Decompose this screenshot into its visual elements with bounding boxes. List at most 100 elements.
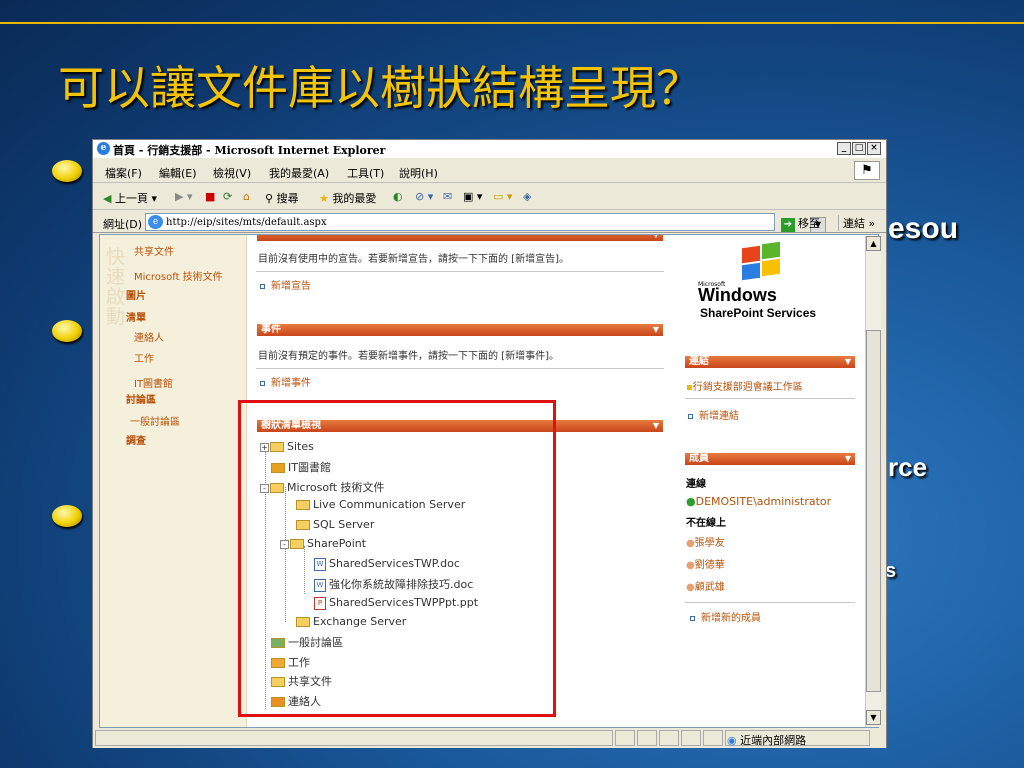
online-status-icon: ● bbox=[686, 495, 696, 508]
ie-icon: e bbox=[97, 142, 110, 155]
toolbar: ◀ 上一頁 ▾ ▶ ▾ ■ ⟳ ⌂ ⚲ 搜尋 ★ 我的最愛 ◐ ⊘ ▾ ✉ ▣ … bbox=[93, 184, 886, 210]
peek-text-2: rce bbox=[888, 452, 928, 482]
scroll-up-icon[interactable]: ▲ bbox=[866, 236, 881, 251]
search-button[interactable]: ⚲ 搜尋 bbox=[265, 190, 299, 206]
nav-lists[interactable]: 清單 bbox=[126, 309, 146, 324]
menu-edit[interactable]: 編輯(E) bbox=[159, 165, 197, 181]
bullet-square-icon bbox=[260, 283, 265, 289]
home-icon[interactable]: ⌂ bbox=[243, 190, 250, 203]
menu-file[interactable]: 檔案(F) bbox=[105, 165, 142, 181]
nav-pictures[interactable]: 圖片 bbox=[126, 287, 146, 302]
members-header: 成員 ▼ bbox=[685, 453, 855, 465]
menu-favorites[interactable]: 我的最愛(A) bbox=[269, 165, 329, 181]
nav-discussions[interactable]: 討論區 bbox=[126, 391, 156, 406]
media-icon[interactable]: ◐ bbox=[393, 190, 403, 203]
minimize-button[interactable]: _ bbox=[837, 142, 851, 155]
highlight-box bbox=[238, 400, 556, 717]
vertical-scrollbar[interactable]: ▲ ▼ bbox=[865, 236, 881, 727]
mail-icon[interactable]: ✉ bbox=[443, 190, 452, 203]
scroll-thumb[interactable] bbox=[866, 330, 881, 692]
nav-shared-docs[interactable]: 共享文件 bbox=[134, 243, 174, 258]
status-segment bbox=[681, 730, 701, 746]
links-button[interactable]: 連結 » bbox=[838, 215, 875, 231]
windows-flag-icon: ⚑ bbox=[854, 161, 880, 180]
add-announcement-link[interactable]: 新增宣告 bbox=[260, 277, 311, 292]
back-button[interactable]: ◀ 上一頁 ▾ bbox=[103, 190, 157, 206]
announcements-header: ▼ bbox=[257, 235, 663, 241]
quick-launch: 快速啟動 共享文件 Microsoft 技術文件 圖片 清單 連絡人 工作 IT… bbox=[100, 235, 247, 727]
address-input[interactable]: e http://eip/sites/mts/default.aspx ▼ bbox=[145, 213, 826, 233]
slide-title: 可以讓文件庫以樹狀結構呈現？ bbox=[58, 61, 702, 115]
history-icon[interactable]: ⊘ ▾ bbox=[415, 190, 433, 203]
search-icon: ⚲ bbox=[265, 192, 274, 205]
bullet-square-icon bbox=[260, 380, 265, 386]
online-member[interactable]: ●DEMOSITE\administrator bbox=[686, 495, 831, 508]
offline-status-icon: ● bbox=[686, 560, 695, 571]
wss-logo: Microsoft Windows SharePoint Services bbox=[694, 241, 844, 323]
menu-tools[interactable]: 工具(T) bbox=[347, 165, 384, 181]
status-bar: ◉ 近端內部網路 bbox=[93, 728, 886, 748]
window-titlebar: e 首頁 - 行銷支援部 - Microsoft Internet Explor… bbox=[93, 140, 886, 158]
announcements-empty: 目前沒有使用中的宣告。若要新增宣告，請按一下下面的 [新增宣告]。 bbox=[258, 254, 569, 265]
events-header: 事件 ▼ bbox=[257, 324, 663, 336]
add-link-link[interactable]: 新增連結 bbox=[688, 407, 739, 422]
scroll-down-icon[interactable]: ▼ bbox=[866, 710, 881, 725]
chevron-down-icon[interactable]: ▼ bbox=[845, 453, 851, 465]
bullet-icon bbox=[52, 160, 82, 182]
print-icon[interactable]: ▣ ▾ bbox=[463, 190, 482, 203]
logo-sharepoint: SharePoint Services bbox=[700, 306, 817, 320]
stop-icon[interactable]: ■ bbox=[205, 190, 215, 203]
zone-label: ◉ 近端內部網路 bbox=[727, 734, 807, 747]
offline-status-icon: ● bbox=[686, 538, 695, 549]
edit-icon[interactable]: ▭ ▾ bbox=[493, 190, 512, 203]
link-weekly-meeting[interactable]: ▪行銷支援部週會議工作區 bbox=[686, 378, 803, 393]
favorites-button[interactable]: ★ 我的最愛 bbox=[319, 190, 376, 206]
events-empty: 目前沒有預定的事件。若要新增事件，請按一下下面的 [新增事件]。 bbox=[258, 351, 559, 362]
add-event-link[interactable]: 新增事件 bbox=[260, 374, 311, 389]
status-segment bbox=[615, 730, 635, 746]
logo-windows: Windows bbox=[698, 285, 777, 305]
nav-it-library[interactable]: IT圖書館 bbox=[134, 375, 173, 390]
chevron-down-icon[interactable]: ▼ bbox=[845, 356, 851, 368]
offline-member-3[interactable]: ●顧武雄 bbox=[686, 578, 725, 593]
bullet-icon bbox=[52, 505, 82, 527]
peek-text-1: esou bbox=[888, 212, 959, 245]
messenger-icon[interactable]: ◈ bbox=[523, 190, 531, 203]
top-divider bbox=[0, 22, 1024, 24]
address-url: http://eip/sites/mts/default.aspx bbox=[166, 217, 327, 228]
divider bbox=[685, 602, 855, 603]
offline-member-1[interactable]: ●張學友 bbox=[686, 534, 725, 549]
nav-general-discussion[interactable]: 一般討論區 bbox=[130, 413, 180, 428]
status-segment bbox=[659, 730, 679, 746]
windows-logo-icon bbox=[742, 241, 782, 281]
go-arrow-icon: ➔ bbox=[781, 218, 795, 232]
forward-button[interactable]: ▶ ▾ bbox=[175, 190, 192, 203]
chevron-down-icon[interactable]: ▼ bbox=[653, 420, 659, 432]
bullet-icon bbox=[52, 320, 82, 342]
back-arrow-icon: ◀ bbox=[103, 192, 112, 205]
divider bbox=[685, 398, 855, 399]
slide-background: 可以讓文件庫以樹狀結構呈現？ esou rce s e 首頁 - 行銷支援部 -… bbox=[0, 0, 1024, 768]
close-button[interactable]: × bbox=[867, 142, 881, 155]
add-member-link[interactable]: 新增新的成員 bbox=[690, 609, 761, 624]
refresh-icon[interactable]: ⟳ bbox=[223, 190, 232, 203]
menu-view[interactable]: 檢視(V) bbox=[213, 165, 251, 181]
go-button[interactable]: ➔ 移至 bbox=[781, 215, 820, 232]
status-segment bbox=[637, 730, 657, 746]
chevron-down-icon[interactable]: ▼ bbox=[653, 235, 659, 241]
maximize-button[interactable]: □ bbox=[852, 142, 866, 155]
nav-surveys[interactable]: 調查 bbox=[126, 432, 146, 447]
offline-member-2[interactable]: ●劉德華 bbox=[686, 556, 725, 571]
divider bbox=[256, 368, 664, 369]
menu-help[interactable]: 說明(H) bbox=[399, 165, 438, 181]
address-bar: 網址(D) e http://eip/sites/mts/default.asp… bbox=[93, 211, 886, 233]
nav-tasks[interactable]: 工作 bbox=[134, 350, 154, 365]
chevron-down-icon[interactable]: ▼ bbox=[653, 324, 659, 336]
address-label: 網址(D) bbox=[103, 218, 143, 231]
divider bbox=[256, 271, 664, 272]
nav-contacts[interactable]: 連絡人 bbox=[134, 329, 164, 344]
nav-ms-tech-docs[interactable]: Microsoft 技術文件 bbox=[134, 268, 223, 283]
bullet-square-icon bbox=[688, 413, 693, 419]
bullet-square-icon bbox=[690, 615, 695, 621]
online-label: 連線 bbox=[686, 479, 706, 490]
